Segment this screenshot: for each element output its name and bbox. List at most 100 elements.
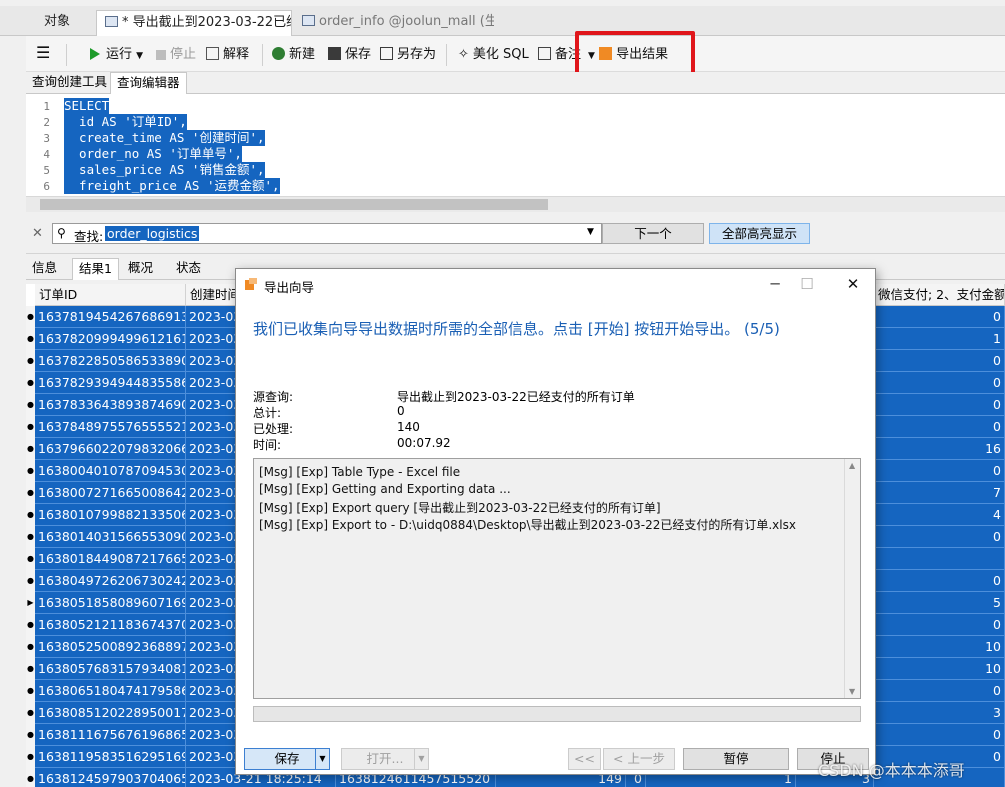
close-icon[interactable]: ✕ xyxy=(32,226,43,241)
row-marker[interactable]: ● xyxy=(26,526,35,548)
cell-payment[interactable]: 0 xyxy=(874,372,1005,394)
tab-table[interactable]: order_info @joolun_mall (生... xyxy=(294,10,494,36)
cell-payment[interactable]: 7 xyxy=(874,482,1005,504)
cell-order-id[interactable]: 1638018449087217665 xyxy=(35,548,186,570)
cell-order-id[interactable]: 1638049726206730242 xyxy=(35,570,186,592)
scrollbar-thumb[interactable] xyxy=(40,199,548,210)
row-marker[interactable]: ● xyxy=(26,504,35,526)
row-marker[interactable]: ● xyxy=(26,394,35,416)
row-marker[interactable]: ● xyxy=(26,614,35,636)
cell-create-time[interactable]: 2023-03 xyxy=(186,724,236,746)
tab-profile[interactable]: 概况 xyxy=(122,258,159,280)
cell-payment[interactable]: 0 xyxy=(874,614,1005,636)
tab-query[interactable]: * 导出截止到2023-03-22已经... xyxy=(96,10,292,36)
cell-create-time[interactable]: 2023-03 xyxy=(186,372,236,394)
beautify-sql-button[interactable]: ✧ 美化 SQL xyxy=(458,45,529,65)
row-marker[interactable]: ● xyxy=(26,768,35,787)
column-header[interactable]: 订单ID xyxy=(35,284,186,306)
cell-payment[interactable]: 5 xyxy=(874,592,1005,614)
cell-create-time[interactable]: 2023-03 xyxy=(186,438,236,460)
cell-payment[interactable]: 0 xyxy=(874,350,1005,372)
column-header[interactable]: 创建时间 xyxy=(186,284,236,306)
tab-info[interactable]: 信息 xyxy=(26,258,63,280)
cell-order-id[interactable]: 1638004010787094530 xyxy=(35,460,186,482)
cell-order-id[interactable]: 1638014031566553090 xyxy=(35,526,186,548)
cell-order-id[interactable]: 1638052121183674370 xyxy=(35,614,186,636)
row-marker[interactable]: ● xyxy=(26,460,35,482)
cell-order-id[interactable]: 1637822850586533890 xyxy=(35,350,186,372)
cell-payment[interactable]: 0 xyxy=(874,680,1005,702)
minimize-icon[interactable]: ─ xyxy=(760,271,790,297)
tab-query-builder[interactable]: 查询创建工具 xyxy=(26,72,113,94)
cell-create-time[interactable]: 2023-03 xyxy=(186,504,236,526)
cell-payment[interactable]: 0 xyxy=(874,394,1005,416)
tab-objects[interactable]: 对象 xyxy=(36,10,94,36)
cell-order-id[interactable]: 1637819454267686913 xyxy=(35,306,186,328)
cell-create-time[interactable]: 2023-03 xyxy=(186,328,236,350)
cell-create-time[interactable]: 2023-03 xyxy=(186,570,236,592)
find-input[interactable]: ⚲ 查找: order_logistics ▼ xyxy=(52,223,602,244)
explain-button[interactable]: 解释 xyxy=(206,45,249,65)
row-marker[interactable]: ● xyxy=(26,702,35,724)
cell-order-id[interactable]: 1638065180474179586 xyxy=(35,680,186,702)
cell-create-time[interactable]: 2023-03 xyxy=(186,306,236,328)
cell-order-id[interactable]: 1638057683157934081 xyxy=(35,658,186,680)
cell-order-id[interactable]: 1638085120228950017 xyxy=(35,702,186,724)
cell-order-id[interactable]: 1637833643893874690 xyxy=(35,394,186,416)
row-marker[interactable]: ● xyxy=(26,482,35,504)
cell-order-id[interactable]: 1638124597903704065 xyxy=(35,768,186,787)
cell-order-id[interactable]: 1638111675676196865 xyxy=(35,724,186,746)
save-as-button[interactable]: 另存为 xyxy=(380,45,436,65)
row-marker[interactable]: ● xyxy=(26,328,35,350)
cell-order-id[interactable]: 1638052500892368897 xyxy=(35,636,186,658)
cell-create-time[interactable]: 2023-03 xyxy=(186,592,236,614)
menu-icon[interactable]: ☰ xyxy=(36,43,50,63)
find-next-button[interactable]: 下一个 xyxy=(602,223,704,244)
column-header[interactable]: 微信支付; 2、支付金额 xyxy=(874,284,1005,306)
save-profile-button[interactable]: 保存 ▼ xyxy=(244,748,330,770)
current-row-marker[interactable]: ▶ xyxy=(26,592,35,614)
chevron-down-icon[interactable]: ▼ xyxy=(315,749,329,769)
cell-payment[interactable]: 16 xyxy=(874,438,1005,460)
tab-query-editor[interactable]: 查询编辑器 xyxy=(110,72,187,94)
row-marker[interactable]: ● xyxy=(26,438,35,460)
highlight-all-button[interactable]: 全部高亮显示 xyxy=(709,223,810,244)
row-marker[interactable]: ● xyxy=(26,570,35,592)
cell-order-id[interactable]: 1638119583516295169 xyxy=(35,746,186,768)
cell-create-time[interactable]: 2023-03 xyxy=(186,636,236,658)
chevron-down-icon[interactable]: ▼ xyxy=(587,227,594,237)
cell-payment[interactable]: 0 xyxy=(874,526,1005,548)
cell-create-time[interactable]: 2023-03 xyxy=(186,658,236,680)
row-marker[interactable]: ● xyxy=(26,680,35,702)
row-marker[interactable]: ● xyxy=(26,350,35,372)
cell-payment[interactable]: 10 xyxy=(874,636,1005,658)
cell-payment[interactable]: 0 xyxy=(874,460,1005,482)
cell-create-time[interactable]: 2023-03 xyxy=(186,460,236,482)
cell-payment[interactable]: 0 xyxy=(874,306,1005,328)
cell-create-time[interactable]: 2023-03 xyxy=(186,746,236,768)
cell-order-id[interactable]: 1637829394944835586 xyxy=(35,372,186,394)
cell-order-id[interactable]: 1638051858089607169 xyxy=(35,592,186,614)
cell-order-id[interactable]: 1638007271665008642 xyxy=(35,482,186,504)
cell-payment[interactable]: 4 xyxy=(874,504,1005,526)
row-marker[interactable]: ● xyxy=(26,548,35,570)
cell-order-id[interactable]: 1638010799882133506 xyxy=(35,504,186,526)
cell-order-id[interactable]: 1637848975576555521 xyxy=(35,416,186,438)
sql-editor[interactable]: 1 2 3 4 5 6 SELECT id AS '订单ID', create_… xyxy=(26,94,1005,196)
row-marker[interactable]: ● xyxy=(26,416,35,438)
cell-order-id[interactable]: 1637966022079832066 xyxy=(35,438,186,460)
row-marker[interactable]: ● xyxy=(26,636,35,658)
new-button[interactable]: 新建 xyxy=(272,45,315,65)
cell-payment[interactable] xyxy=(874,548,1005,570)
cell-payment[interactable]: 0 xyxy=(874,724,1005,746)
cell-payment[interactable]: 0 xyxy=(874,416,1005,438)
cell-payment[interactable]: 3 xyxy=(874,702,1005,724)
cell-create-time[interactable]: 2023-03 xyxy=(186,614,236,636)
close-icon[interactable]: ✕ xyxy=(838,271,868,297)
cell-create-time[interactable]: 2023-03 xyxy=(186,526,236,548)
row-marker[interactable]: ● xyxy=(26,658,35,680)
save-button[interactable]: 保存 xyxy=(328,45,371,65)
cell-create-time[interactable]: 2023-03 xyxy=(186,394,236,416)
cell-order-id[interactable]: 1637820999499612161 xyxy=(35,328,186,350)
row-marker[interactable]: ● xyxy=(26,746,35,768)
